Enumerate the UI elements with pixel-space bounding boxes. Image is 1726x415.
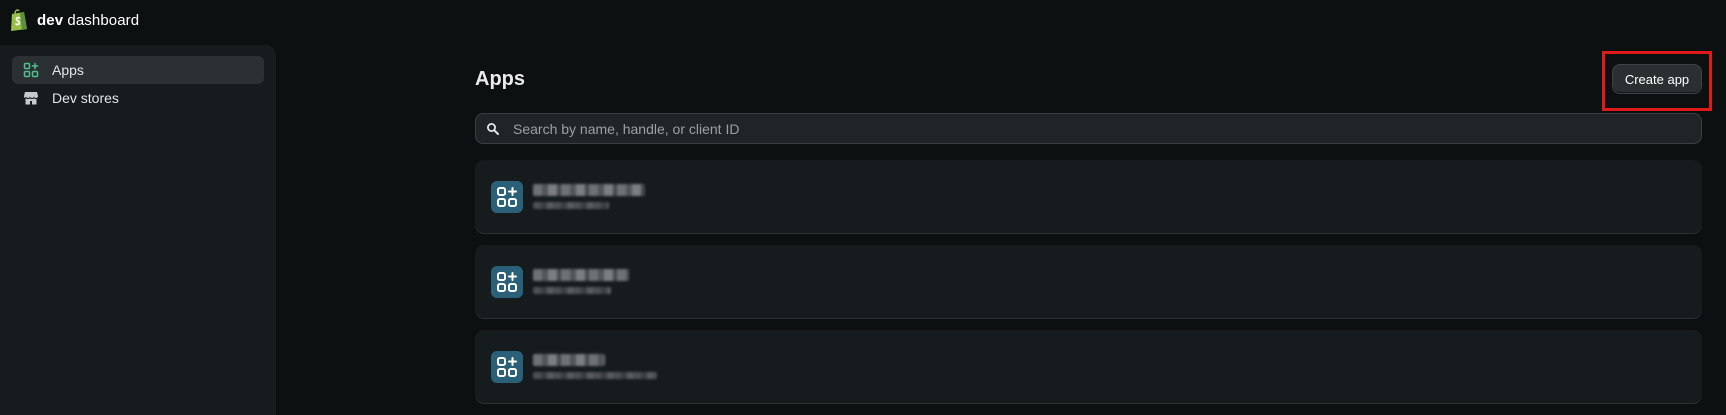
page-title: Apps xyxy=(475,68,525,90)
search-icon xyxy=(486,122,500,136)
app-details-redacted xyxy=(533,269,629,294)
app-handle-redacted xyxy=(533,287,611,294)
app-name-redacted xyxy=(533,269,629,281)
sidebar-item-label: Dev stores xyxy=(52,90,119,106)
store-icon xyxy=(22,89,40,107)
app-details-redacted xyxy=(533,184,645,209)
brand-name-strong: dev xyxy=(37,11,64,29)
app-name-redacted xyxy=(533,184,645,196)
app-list-item[interactable] xyxy=(475,330,1702,403)
app-list xyxy=(475,160,1702,415)
shopify-bag-icon xyxy=(11,9,27,31)
app-grid-plus-icon xyxy=(491,265,523,298)
app-details-redacted xyxy=(533,354,657,379)
brand-logo[interactable]: dev dashboard xyxy=(9,8,139,32)
sidebar-item-dev-stores[interactable]: Dev stores xyxy=(12,84,264,112)
sidebar-item-apps[interactable]: Apps xyxy=(12,56,264,84)
search-bar[interactable] xyxy=(475,113,1702,144)
app-list-item[interactable] xyxy=(475,245,1702,318)
app-grid-plus-icon xyxy=(491,180,523,213)
sidebar-item-label: Apps xyxy=(52,62,84,78)
brand-name: dev dashboard xyxy=(37,12,139,29)
sidebar: Apps Dev stores xyxy=(0,45,276,415)
app-handle-redacted xyxy=(533,202,609,209)
app-list-item[interactable] xyxy=(475,160,1702,233)
top-bar: dev dashboard xyxy=(0,0,1726,40)
app-handle-redacted xyxy=(533,372,657,379)
brand-name-rest: dashboard xyxy=(63,11,140,29)
app-grid-plus-icon xyxy=(491,350,523,383)
apps-grid-icon xyxy=(22,61,40,79)
highlight-annotation xyxy=(1602,51,1712,111)
app-name-redacted xyxy=(533,354,605,366)
search-input[interactable] xyxy=(511,119,1701,138)
